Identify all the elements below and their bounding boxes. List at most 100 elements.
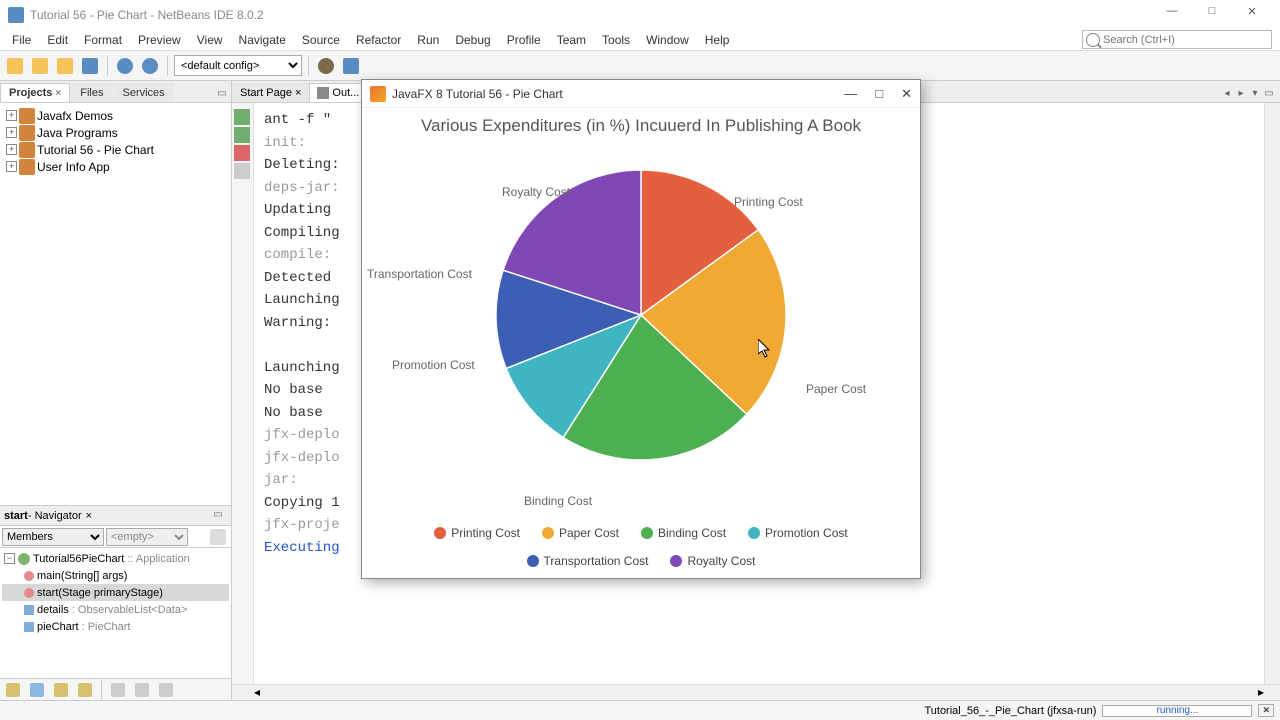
nav-method[interactable]: main(String[] args)	[2, 567, 229, 584]
tab-files[interactable]: Files	[71, 83, 112, 102]
nav-class[interactable]: −Tutorial56PieChart :: Application	[2, 550, 229, 567]
close-button[interactable]: ✕	[1232, 5, 1272, 25]
settings-icon[interactable]	[234, 163, 250, 179]
project-item[interactable]: +User Info App	[2, 158, 229, 175]
chart-title: Various Expenditures (in %) Incuuerd In …	[362, 108, 920, 140]
javafx-window: JavaFX 8 Tutorial 56 - Pie Chart — □ ✕ V…	[361, 79, 921, 579]
search-input[interactable]	[1103, 34, 1271, 46]
cancel-task-icon[interactable]: ✕	[1258, 704, 1274, 717]
redo-button[interactable]	[139, 55, 161, 77]
netbeans-icon	[8, 7, 24, 23]
status-task: Tutorial_56_-_Pie_Chart (jfxsa-run)	[924, 705, 1096, 717]
menu-team[interactable]: Team	[549, 31, 594, 49]
fx-close-button[interactable]: ✕	[901, 86, 912, 102]
open-button[interactable]	[54, 55, 76, 77]
pie-chart: Printing Cost Paper Cost Binding Cost Pr…	[362, 140, 920, 520]
main-toolbar: <default config>	[0, 51, 1280, 81]
menu-source[interactable]: Source	[294, 31, 348, 49]
tab-services[interactable]: Services	[114, 83, 174, 102]
config-select[interactable]: <default config>	[174, 55, 302, 76]
close-icon[interactable]: ×	[86, 510, 92, 522]
nav-filter-button[interactable]	[50, 679, 72, 701]
tab-dropdown-icon[interactable]: ▾	[1248, 88, 1262, 102]
left-panel: Projects× Files Services ▭ +Javafx Demos…	[0, 81, 232, 700]
rerun-icon[interactable]	[234, 109, 250, 125]
menu-profile[interactable]: Profile	[499, 31, 549, 49]
slice-label-royalty: Royalty Cost	[502, 185, 570, 199]
nav-sort-button[interactable]	[155, 679, 177, 701]
maximize-button[interactable]: □	[1192, 5, 1232, 25]
legend-item: Printing Cost	[434, 526, 520, 540]
navigator-panel: start - Navigator×▭ Members <empty> −Tut…	[0, 505, 231, 700]
project-item[interactable]: +Javafx Demos	[2, 107, 229, 124]
nav-field[interactable]: pieChart : PieChart	[2, 618, 229, 635]
close-icon[interactable]: ×	[55, 88, 61, 99]
members-select[interactable]: Members	[2, 528, 104, 546]
menu-tools[interactable]: Tools	[594, 31, 638, 49]
save-all-button[interactable]	[79, 55, 101, 77]
menu-debug[interactable]: Debug	[447, 31, 498, 49]
tab-projects[interactable]: Projects×	[0, 83, 70, 102]
stop-icon[interactable]	[234, 145, 250, 161]
search-box[interactable]	[1082, 30, 1272, 49]
chart-legend: Printing CostPaper CostBinding CostPromo…	[362, 520, 920, 574]
tab-left-icon[interactable]: ◂	[1220, 88, 1234, 102]
slice-label-printing: Printing Cost	[734, 195, 803, 209]
rerun-icon[interactable]	[234, 127, 250, 143]
new-file-button[interactable]	[4, 55, 26, 77]
legend-item: Binding Cost	[641, 526, 726, 540]
menu-edit[interactable]: Edit	[39, 31, 76, 49]
nav-options-button[interactable]	[207, 526, 229, 548]
nav-sort-button[interactable]	[131, 679, 153, 701]
minimize-panel-icon[interactable]: ▭	[215, 88, 229, 102]
javafx-title: JavaFX 8 Tutorial 56 - Pie Chart	[392, 87, 563, 101]
scrollbar[interactable]	[1264, 103, 1280, 684]
menu-format[interactable]: Format	[76, 31, 130, 49]
undo-button[interactable]	[114, 55, 136, 77]
clean-build-button[interactable]	[340, 55, 362, 77]
menu-window[interactable]: Window	[638, 31, 697, 49]
pie-graphic	[496, 170, 786, 460]
menu-help[interactable]: Help	[697, 31, 738, 49]
menu-run[interactable]: Run	[409, 31, 447, 49]
empty-select[interactable]: <empty>	[106, 528, 188, 546]
fx-maximize-button[interactable]: □	[875, 86, 883, 102]
minimize-panel-icon[interactable]: ▭	[211, 509, 225, 523]
nav-field[interactable]: details : ObservableList<Data>	[2, 601, 229, 618]
nav-method[interactable]: start(Stage primaryStage)	[2, 584, 229, 601]
nav-filter-button[interactable]	[26, 679, 48, 701]
navigator-header: start - Navigator×▭	[0, 506, 231, 526]
minimize-button[interactable]: —	[1152, 5, 1192, 25]
slice-label-paper: Paper Cost	[806, 382, 866, 396]
maximize-editor-icon[interactable]: ▭	[1262, 88, 1276, 102]
project-item[interactable]: +Java Programs	[2, 124, 229, 141]
legend-item: Royalty Cost	[670, 554, 755, 568]
legend-item: Transportation Cost	[527, 554, 649, 568]
legend-item: Promotion Cost	[748, 526, 848, 540]
tab-right-icon[interactable]: ▸	[1234, 88, 1248, 102]
menu-preview[interactable]: Preview	[130, 31, 189, 49]
tab-output[interactable]: Out...	[309, 83, 367, 102]
projects-tree[interactable]: +Javafx Demos +Java Programs +Tutorial 5…	[0, 103, 231, 505]
javafx-titlebar[interactable]: JavaFX 8 Tutorial 56 - Pie Chart — □ ✕	[362, 80, 920, 108]
title-bar: Tutorial 56 - Pie Chart - NetBeans IDE 8…	[0, 0, 1280, 29]
menu-navigate[interactable]: Navigate	[231, 31, 294, 49]
navigator-tree[interactable]: −Tutorial56PieChart :: Application main(…	[0, 548, 231, 678]
nav-sort-button[interactable]	[107, 679, 129, 701]
java-icon	[370, 86, 386, 102]
fx-minimize-button[interactable]: —	[844, 86, 857, 102]
new-project-button[interactable]	[29, 55, 51, 77]
nav-filter-button[interactable]	[74, 679, 96, 701]
status-bar: Tutorial_56_-_Pie_Chart (jfxsa-run) runn…	[0, 700, 1280, 720]
nav-filter-button[interactable]	[2, 679, 24, 701]
menu-file[interactable]: File	[4, 31, 39, 49]
navigator-toolbar	[0, 678, 231, 700]
menu-view[interactable]: View	[189, 31, 231, 49]
build-button[interactable]	[315, 55, 337, 77]
slice-label-transportation: Transportation Cost	[367, 267, 472, 281]
menu-refactor[interactable]: Refactor	[348, 31, 409, 49]
output-sidebar	[232, 103, 254, 684]
tab-start-page[interactable]: Start Page×	[232, 83, 309, 102]
close-icon[interactable]: ×	[295, 87, 301, 99]
project-item[interactable]: +Tutorial 56 - Pie Chart	[2, 141, 229, 158]
